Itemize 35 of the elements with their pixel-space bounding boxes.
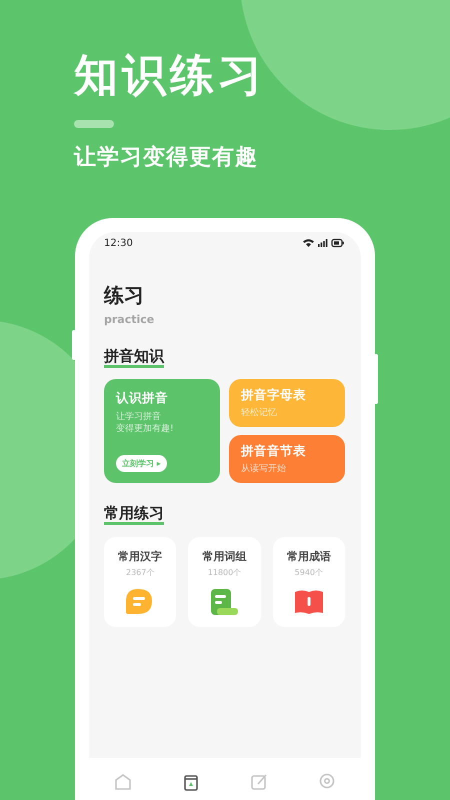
page-subtitle: practice <box>104 313 156 326</box>
book-icon <box>294 588 324 616</box>
card-text: 轻松记忆 <box>241 407 278 419</box>
tab-book[interactable] <box>181 772 201 794</box>
card-count: 5940个 <box>294 567 323 578</box>
card-title: 拼音音节表 <box>241 443 307 460</box>
home-icon <box>113 772 133 792</box>
section-title: 拼音知识 <box>104 348 164 368</box>
card-text: 让学习拼音 <box>116 411 162 423</box>
card-title: 常用词组 <box>202 549 246 564</box>
accent-bar <box>74 120 114 128</box>
headline: 知识练习 <box>74 50 267 102</box>
section-title: 常用练习 <box>104 505 164 525</box>
practice-card[interactable]: 常用词组 11800个 <box>188 537 261 627</box>
tagline: 让学习变得更有趣 <box>74 144 259 172</box>
card-title: 认识拼音 <box>116 390 169 407</box>
status-time: 12:30 <box>104 238 133 248</box>
practice-card[interactable]: 常用成语 5940个 <box>272 537 345 627</box>
book-icon <box>181 772 201 792</box>
card-title: 拼音字母表 <box>241 387 307 404</box>
practice-card[interactable]: 常用汉字 2367个 <box>104 537 176 627</box>
edit-icon <box>249 772 269 792</box>
card-text: 从读写开始 <box>241 463 287 475</box>
page-title: 练习 <box>104 282 145 309</box>
scroll-icon <box>209 588 240 616</box>
card-title: 常用成语 <box>286 549 331 564</box>
pinyin-card[interactable]: 拼音音节表 从读写开始 <box>229 435 345 483</box>
card-title: 常用汉字 <box>118 549 162 564</box>
status-icons <box>303 238 345 248</box>
start-button[interactable]: 立刻学习 ▸ <box>116 455 167 472</box>
card-count: 2367个 <box>126 567 154 578</box>
pinyin-card[interactable]: 拼音字母表 轻松记忆 <box>229 379 345 427</box>
card-count: 11800个 <box>208 567 242 578</box>
pinyin-card[interactable]: 认识拼音 让学习拼音 变得更加有趣! 立刻学习 ▸ <box>104 379 220 483</box>
card-text: 变得更加有趣! <box>116 423 175 435</box>
